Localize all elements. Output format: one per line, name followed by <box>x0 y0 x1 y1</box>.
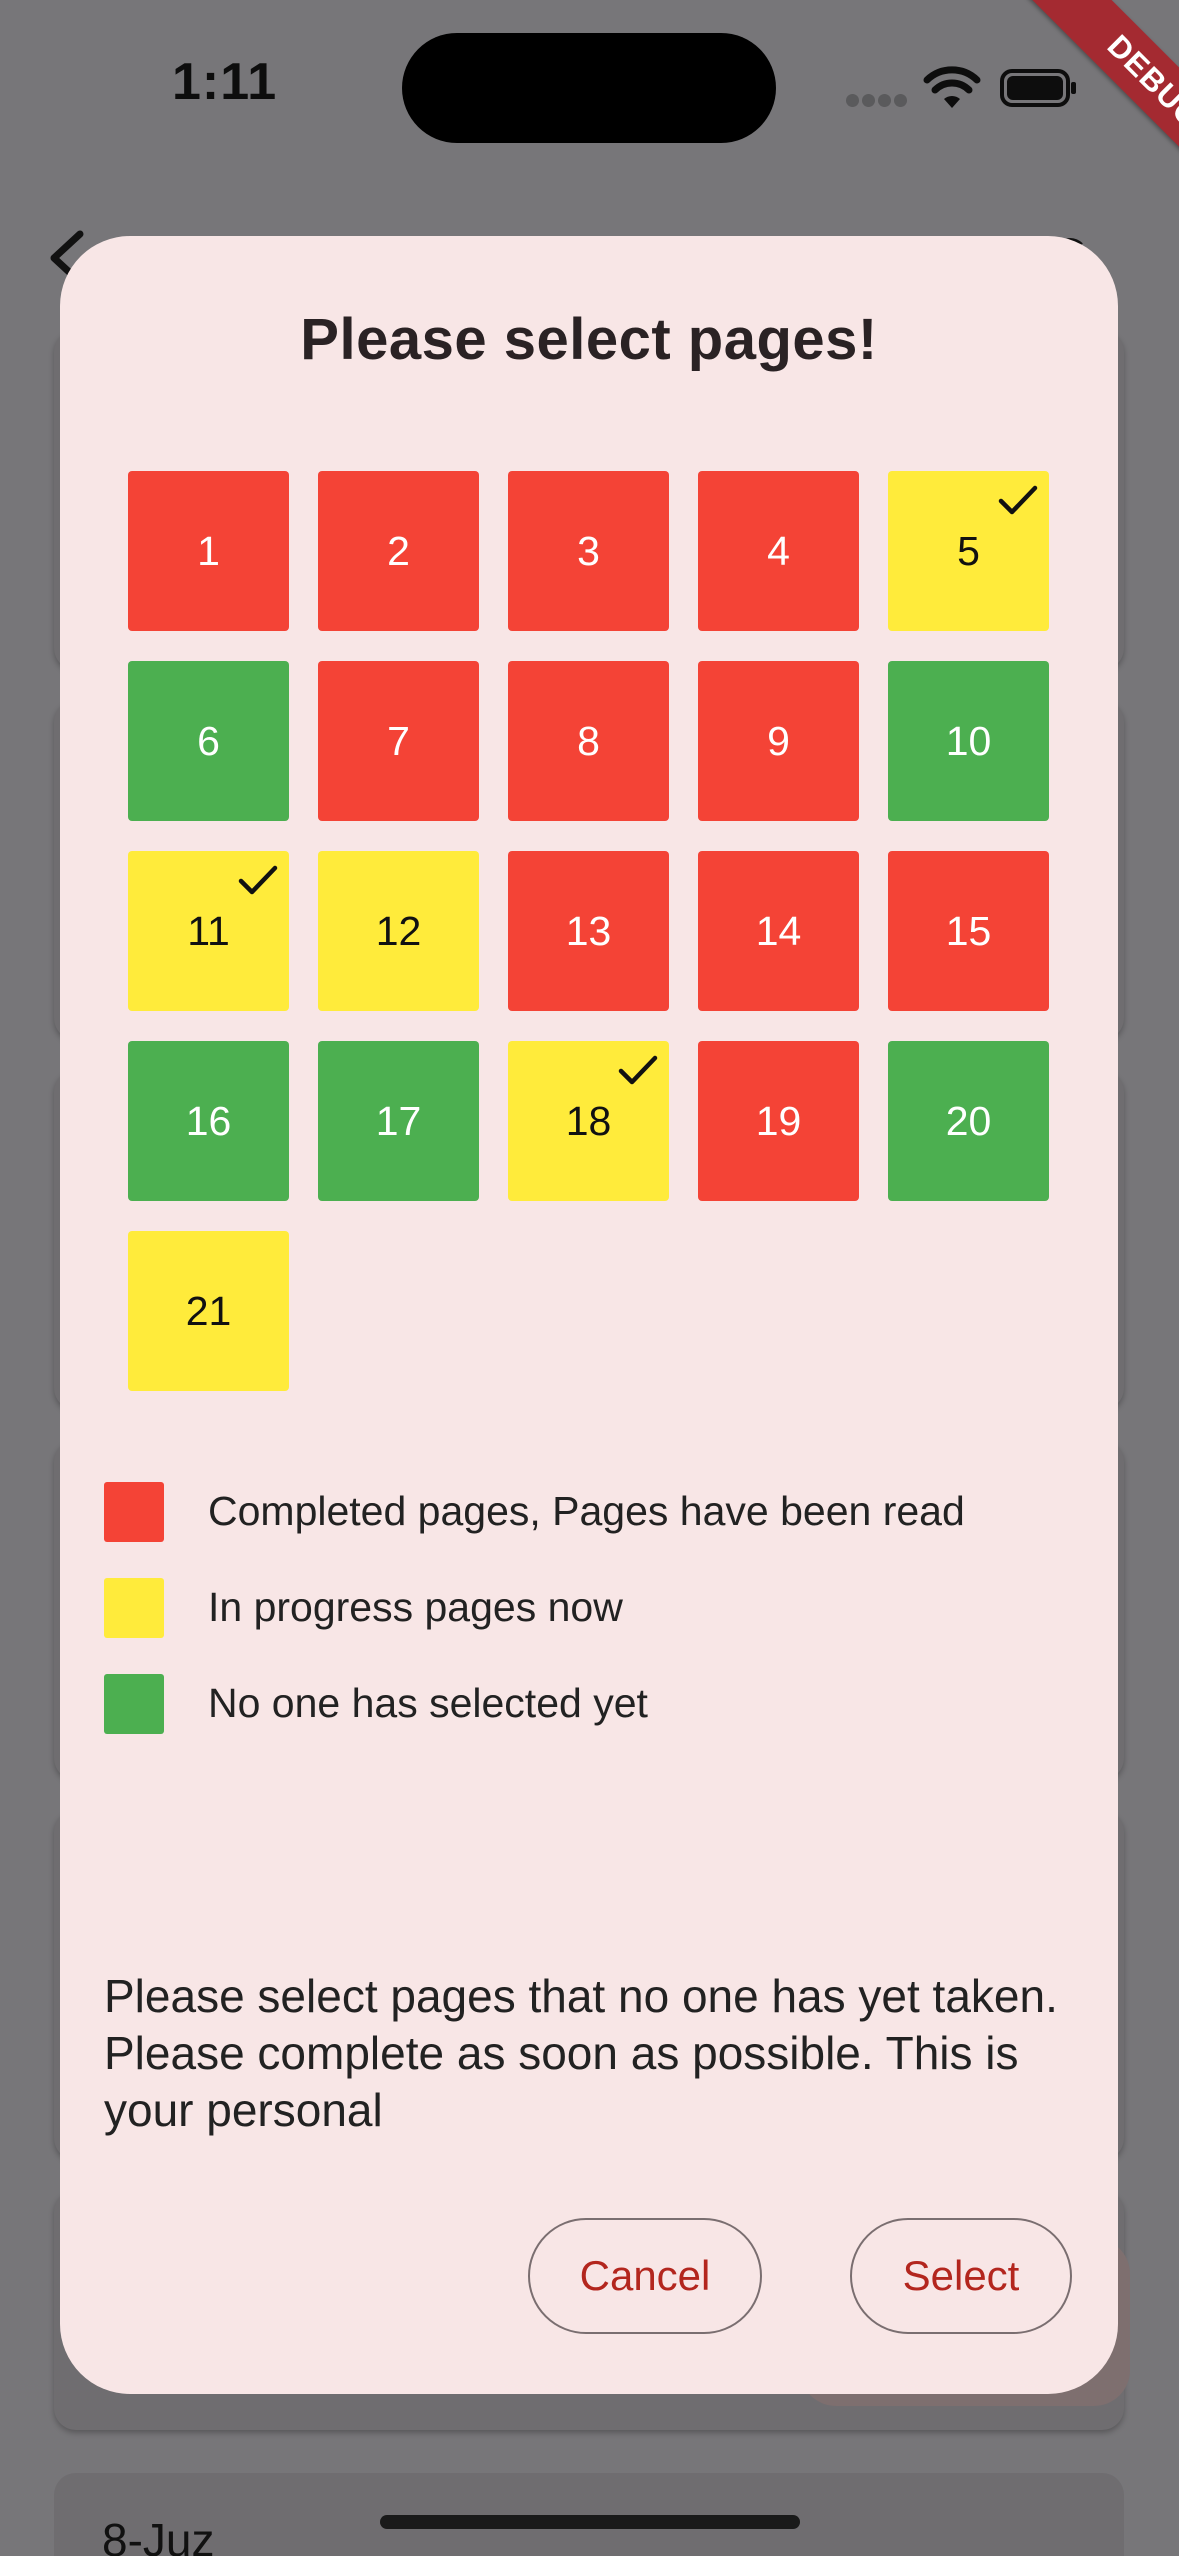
battery-icon <box>1000 69 1076 107</box>
page-tile-19[interactable]: 19 <box>698 1041 859 1201</box>
page-number: 11 <box>187 907 230 954</box>
wifi-icon <box>923 66 981 108</box>
page-number: 12 <box>375 907 422 954</box>
page-tile-2[interactable]: 2 <box>318 471 479 631</box>
legend-label: Completed pages, Pages have been read <box>208 1488 965 1534</box>
page-tile-16[interactable]: 16 <box>128 1041 289 1201</box>
page-tile-14[interactable]: 14 <box>698 851 859 1011</box>
page-tile-15[interactable]: 15 <box>888 851 1049 1011</box>
page-number: 17 <box>375 1097 422 1144</box>
page-number: 4 <box>767 527 790 574</box>
legend-swatch <box>104 1674 164 1734</box>
dialog-title: Please select pages! <box>300 307 878 372</box>
page-tile-4[interactable]: 4 <box>698 471 859 631</box>
page-number: 18 <box>565 1097 612 1144</box>
page-tile-6[interactable]: 6 <box>128 661 289 821</box>
legend-swatch <box>104 1578 164 1638</box>
page-tile-8[interactable]: 8 <box>508 661 669 821</box>
check-icon <box>238 865 278 895</box>
dynamic-island <box>402 33 776 143</box>
page-tile-10[interactable]: 10 <box>888 661 1049 821</box>
page-tile-11[interactable]: 11 <box>128 851 289 1011</box>
page-number: 8 <box>577 717 600 764</box>
page-number: 1 <box>197 527 220 574</box>
legend-item-in-progress: In progress pages now <box>104 1578 1084 1638</box>
page-tile-1[interactable]: 1 <box>128 471 289 631</box>
page-tile-5[interactable]: 5 <box>888 471 1049 631</box>
legend-item-completed: Completed pages, Pages have been read <box>104 1482 1084 1542</box>
page-number: 13 <box>565 907 612 954</box>
page-number: 9 <box>767 717 790 764</box>
page-tile-17[interactable]: 17 <box>318 1041 479 1201</box>
instructions-text: Please select pages that no one has yet … <box>104 1970 1058 2136</box>
status-bar: 1:11 <box>0 0 1179 180</box>
home-indicator <box>380 2515 800 2529</box>
check-icon <box>618 1055 658 1085</box>
page-number: 2 <box>387 527 410 574</box>
page-number: 6 <box>197 717 220 764</box>
page-number: 5 <box>957 527 980 574</box>
page-tile-13[interactable]: 13 <box>508 851 669 1011</box>
page-number: 20 <box>945 1097 992 1144</box>
page-tile-12[interactable]: 12 <box>318 851 479 1011</box>
page-number: 21 <box>185 1287 232 1334</box>
page-tile-18[interactable]: 18 <box>508 1041 669 1201</box>
page-number: 3 <box>577 527 600 574</box>
page-number: 14 <box>755 907 802 954</box>
select-button[interactable]: Select <box>850 2218 1072 2334</box>
legend-label: In progress pages now <box>208 1584 623 1630</box>
page-number: 15 <box>945 907 992 954</box>
cancel-button[interactable]: Cancel <box>528 2218 762 2334</box>
cellular-signal-icon <box>846 94 907 108</box>
check-icon <box>998 485 1038 515</box>
legend-swatch <box>104 1482 164 1542</box>
page-number: 7 <box>387 717 410 764</box>
page-number: 10 <box>945 717 992 764</box>
legend-label: No one has selected yet <box>208 1680 648 1726</box>
legend-item-available: No one has selected yet <box>104 1674 1084 1734</box>
page-tile-3[interactable]: 3 <box>508 471 669 631</box>
select-pages-dialog: Please select pages! 1 2 3 4 5 6 7 8 9 10 11 12 13 14… <box>60 236 1118 2394</box>
page-number: 19 <box>755 1097 802 1144</box>
page-number: 16 <box>185 1097 232 1144</box>
juz-label: 8-Juz <box>102 2514 215 2556</box>
page-tile-9[interactable]: 9 <box>698 661 859 821</box>
status-time: 1:11 <box>172 53 278 111</box>
page-tile-7[interactable]: 7 <box>318 661 479 821</box>
page-tile-21[interactable]: 21 <box>128 1231 289 1391</box>
page-tile-20[interactable]: 20 <box>888 1041 1049 1201</box>
